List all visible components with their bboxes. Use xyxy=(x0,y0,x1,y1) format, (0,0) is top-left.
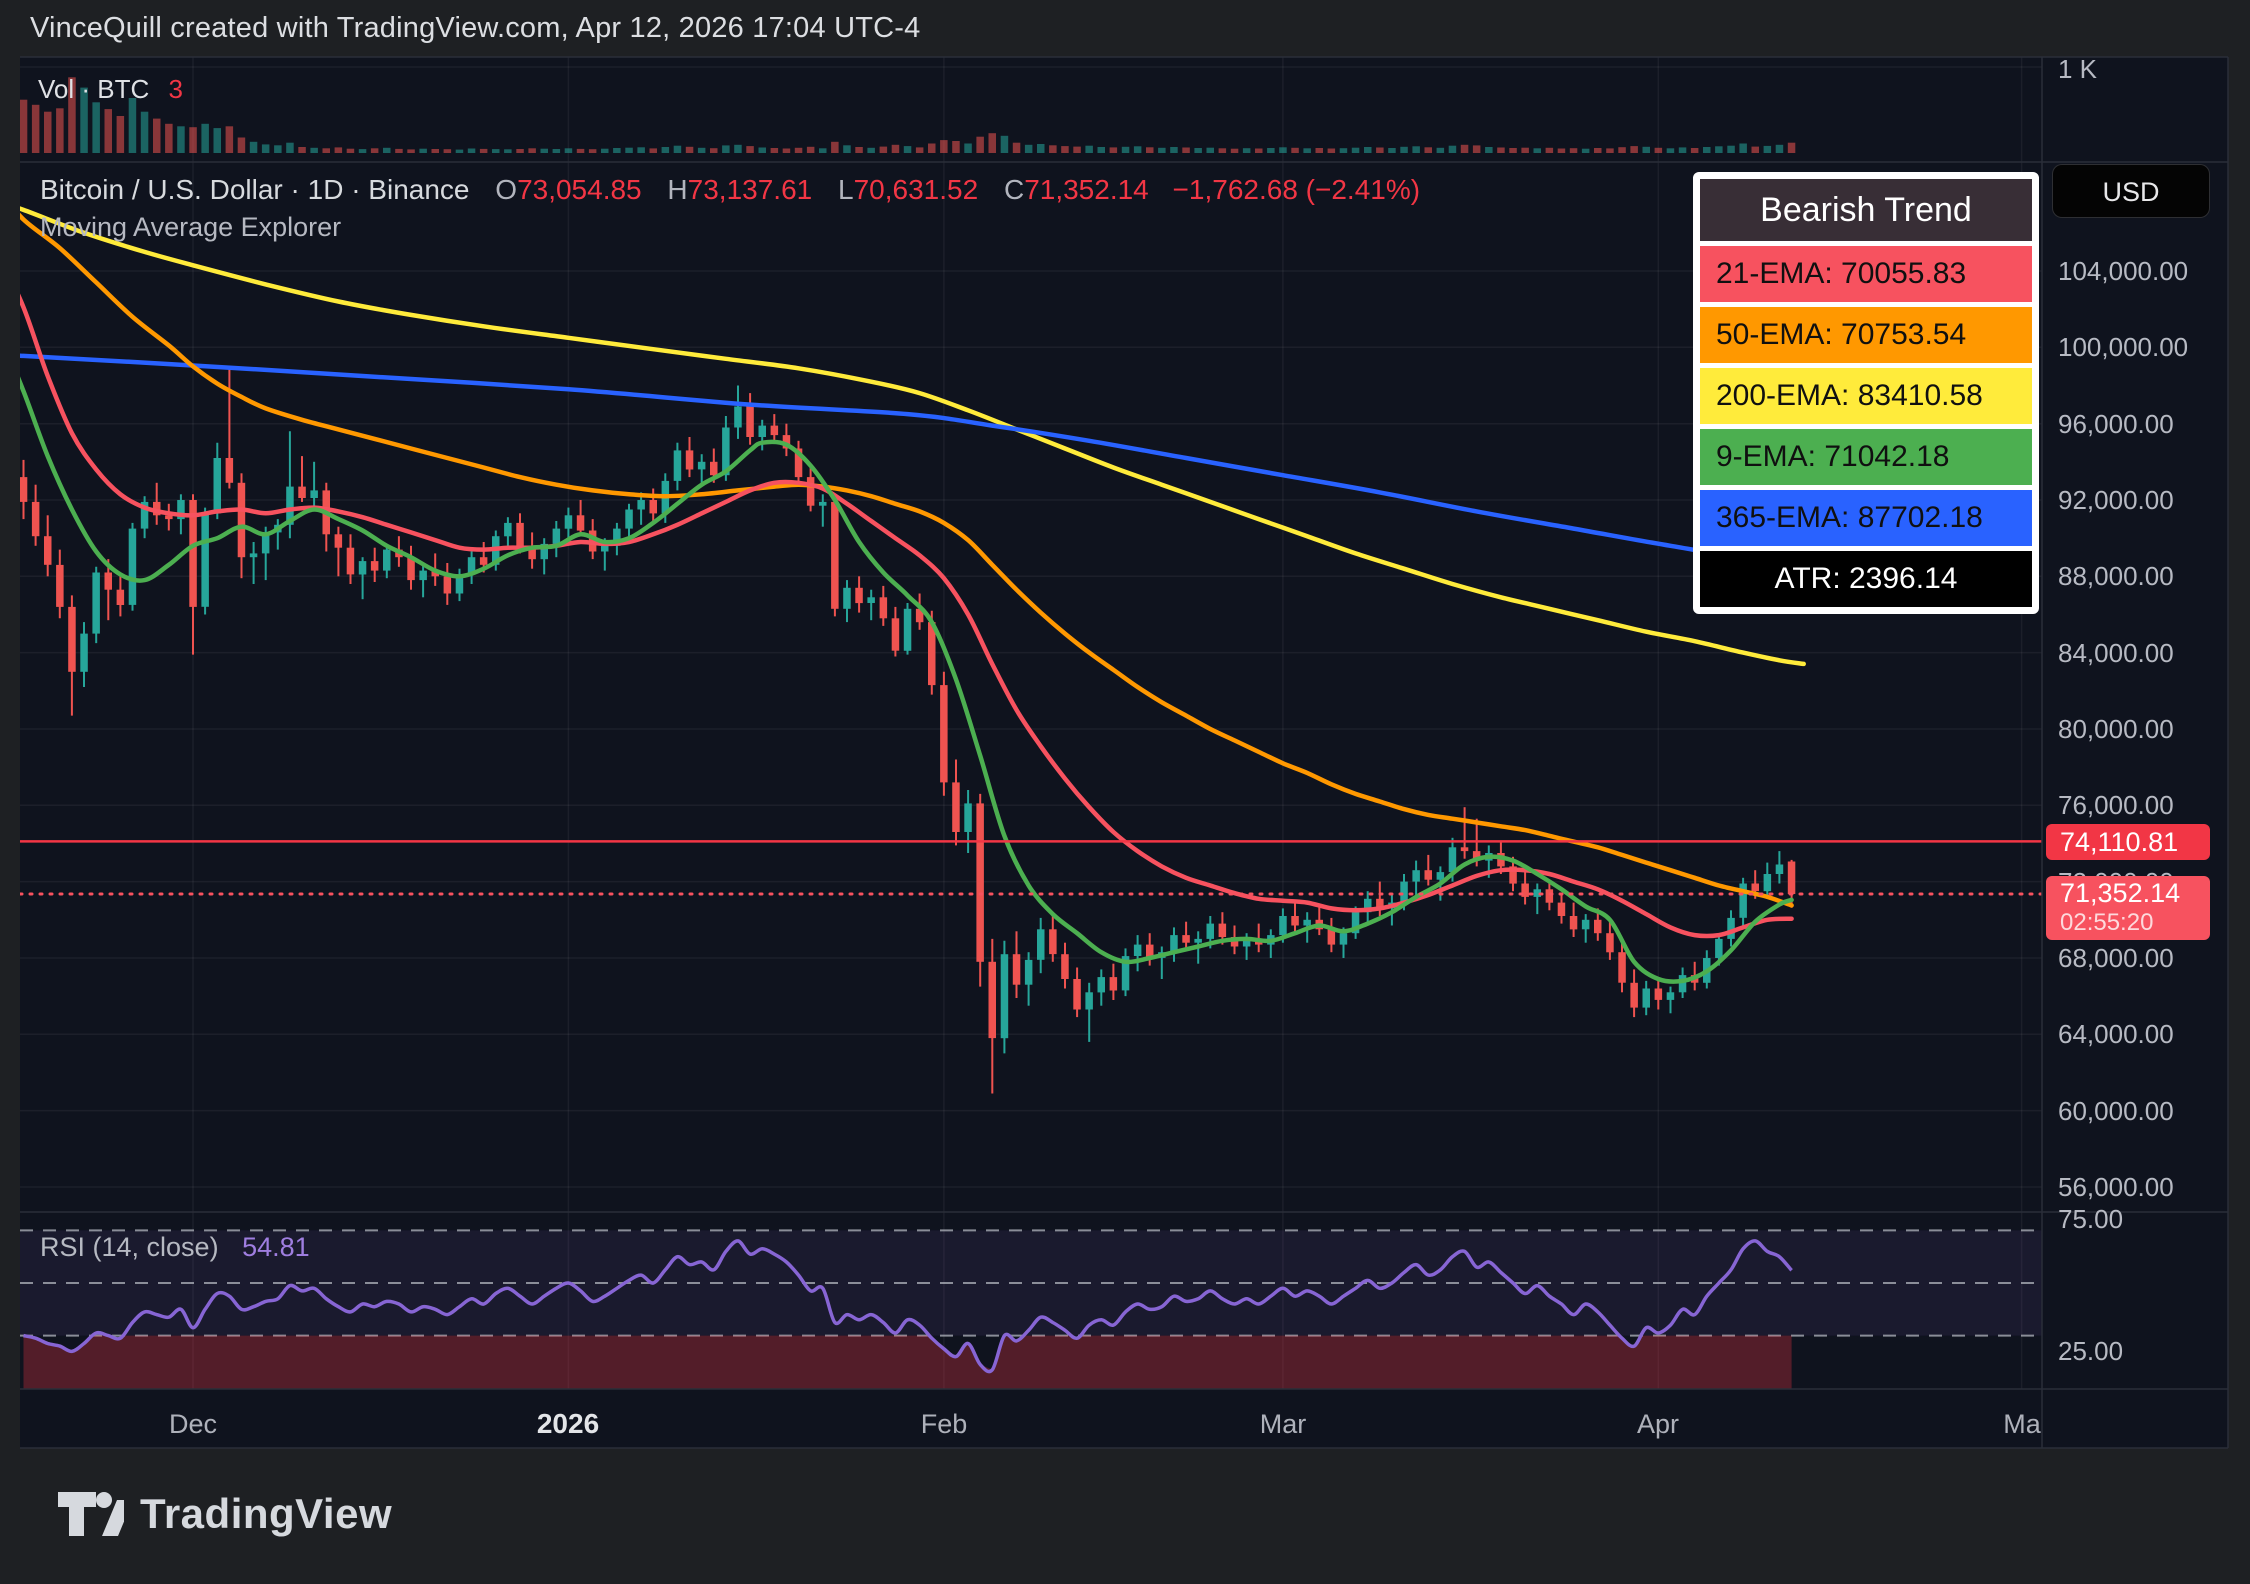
price-axis-label: 100,000.00 xyxy=(2058,332,2189,362)
legend-row: 365-EMA: 87702.18 xyxy=(1700,490,2032,546)
price-axis-label: 84,000.00 xyxy=(2058,638,2174,668)
tradingview-logo-text: TradingView xyxy=(140,1490,393,1537)
price-axis-label: 56,000.00 xyxy=(2058,1172,2174,1202)
tradingview-logo-icon xyxy=(58,1492,124,1536)
legend-row: ATR: 2396.14 xyxy=(1700,551,2032,607)
alert-price-badge: 74,110.81 xyxy=(2046,824,2210,860)
time-axis-label: Apr xyxy=(1636,1409,1680,1439)
legend-title: Bearish Trend xyxy=(1700,179,2032,241)
price-axis-label: 64,000.00 xyxy=(2058,1019,2174,1049)
legend-row: 21-EMA: 70055.83 xyxy=(1700,246,2032,302)
last-price-badge: 71,352.14 02:55:20 xyxy=(2046,876,2210,940)
legend-row: 9-EMA: 71042.18 xyxy=(1700,429,2032,485)
bearish-trend-legend: Bearish Trend 21-EMA: 70055.83 50-EMA: 70… xyxy=(1693,172,2039,614)
price-axis-label: 68,000.00 xyxy=(2058,943,2174,973)
time-axis-label: Feb xyxy=(920,1409,968,1439)
volume-axis-label: 1 K xyxy=(2058,54,2098,84)
legend-row: 200-EMA: 83410.58 xyxy=(1700,368,2032,424)
tradingview-logo[interactable]: TradingView xyxy=(58,1490,392,1538)
price-axis-label: 88,000.00 xyxy=(2058,561,2174,591)
time-axis-label: Mar xyxy=(1259,1409,1307,1439)
price-axis-label: 80,000.00 xyxy=(2058,714,2174,744)
time-axis-label: 2026 xyxy=(536,1408,600,1439)
bar-countdown: 02:55:20 xyxy=(2060,909,2154,936)
rsi-axis-upper-label: 75.00 xyxy=(2058,1204,2124,1234)
price-axis-label: 104,000.00 xyxy=(2058,256,2189,286)
legend-row: 50-EMA: 70753.54 xyxy=(1700,307,2032,363)
price-axis-label: 96,000.00 xyxy=(2058,409,2174,439)
time-axis-label: Dec xyxy=(168,1409,218,1439)
price-axis-label: 76,000.00 xyxy=(2058,790,2174,820)
currency-toggle-button[interactable]: USD xyxy=(2052,164,2210,218)
price-axis-label: 60,000.00 xyxy=(2058,1096,2174,1126)
rsi-axis-lower-label: 25.00 xyxy=(2058,1336,2124,1366)
last-price-value: 71,352.14 xyxy=(2060,878,2181,908)
price-axis-label: 92,000.00 xyxy=(2058,485,2174,515)
tradingview-chart-page: VinceQuill created with TradingView.com,… xyxy=(0,0,2250,1584)
time-axis-label: Ma xyxy=(2003,1409,2041,1439)
